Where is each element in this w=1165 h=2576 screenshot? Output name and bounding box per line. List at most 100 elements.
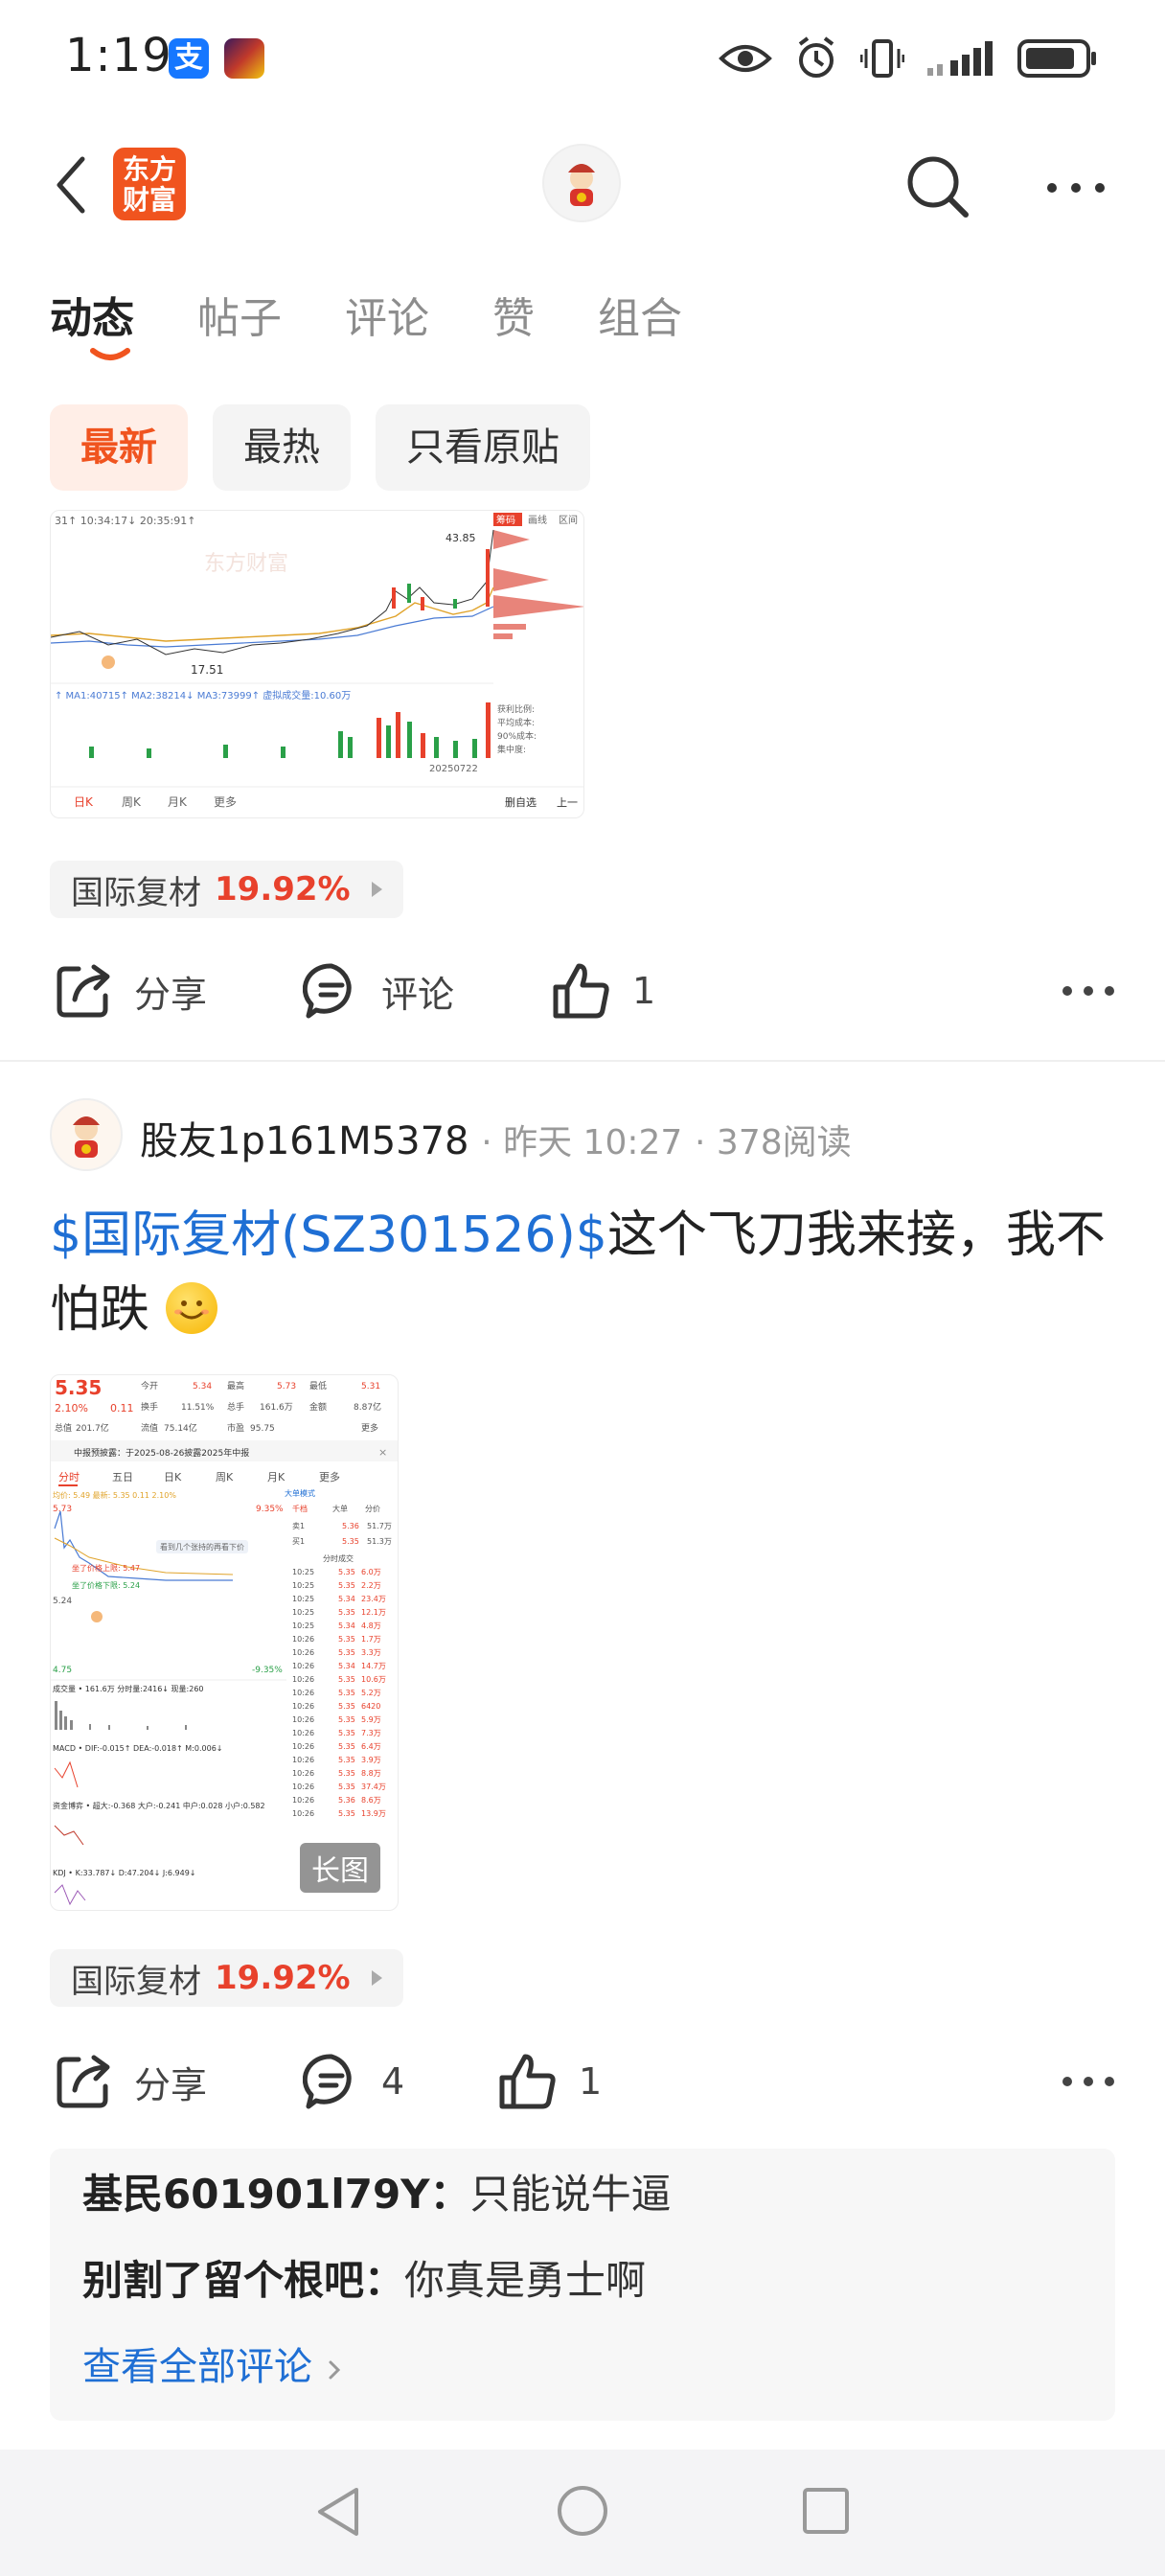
chart-tab-5day: 五日 <box>112 1471 133 1484</box>
q-value: 75.14亿 <box>164 1422 197 1434</box>
tick-price: 5.35 <box>338 1581 355 1590</box>
read-count: 378阅读 <box>716 1123 852 1162</box>
more-icon[interactable] <box>1044 169 1108 207</box>
share-button[interactable]: 分享 <box>54 2043 207 2120</box>
comment-icon <box>303 2054 352 2109</box>
volume-bars <box>55 1701 187 1730</box>
nav-recents-icon[interactable] <box>801 2486 851 2536</box>
chart-tab-week: 周K <box>216 1471 234 1484</box>
stock-link[interactable]: $国际复材(SZ301526)$ <box>50 1207 607 1264</box>
commenter-name[interactable]: 别割了留个根吧 <box>82 2257 364 2304</box>
macd-line: MACD • DIF:-0.015↑ DEA:-0.018↑ M:0.006↓ <box>53 1744 223 1753</box>
comment-item[interactable]: 别割了留个根吧：你真是勇士啊 <box>82 2256 1083 2306</box>
tick-price: 5.35 <box>338 1769 355 1778</box>
stock-change: 19.92% <box>215 870 351 908</box>
commenter-name[interactable]: 基民601901l79Y <box>82 2171 430 2218</box>
close-icon[interactable]: × <box>378 1446 387 1459</box>
tab-portfolio[interactable]: 组合 <box>598 284 682 345</box>
stock-name: 国际复材 <box>71 873 201 912</box>
quote-change-pct: 2.10% <box>55 1402 88 1414</box>
tick-volume: 8.6万 <box>361 1796 381 1805</box>
tick-price: 5.35 <box>338 1782 355 1791</box>
chart-tab-range: 区间 <box>559 514 578 526</box>
price-bot-label: 4.75 <box>53 1666 72 1675</box>
q-more: 更多 <box>361 1422 378 1434</box>
tick-volume: 1.7万 <box>361 1635 381 1644</box>
post-content[interactable]: $国际复材(SZ301526)$这个飞刀我来接，我不怕跌 <box>50 1198 1113 1347</box>
author-avatar[interactable] <box>50 1098 123 1171</box>
chart-watermark: 东方财富 <box>204 552 288 576</box>
search-icon[interactable] <box>902 151 973 222</box>
back-icon[interactable] <box>48 151 96 218</box>
like-count: 1 <box>579 2060 603 2103</box>
thumbs-up-icon <box>499 2054 556 2109</box>
top-header: 东方 财富 <box>0 134 1165 240</box>
tab-comments[interactable]: 评论 <box>345 284 429 345</box>
chart-top-label: 31↑ 10:34:17↓ 20:35:91↑ <box>55 515 195 527</box>
tick-volume: 14.7万 <box>361 1662 386 1670</box>
tick-time: 10:26 <box>292 1756 314 1764</box>
comment-icon <box>303 963 352 1019</box>
like-button[interactable]: 1 <box>552 953 655 1029</box>
long-image-badge: 长图 <box>300 1843 380 1893</box>
chart-prev: 上一 <box>557 796 578 809</box>
brand-logo[interactable]: 东方 财富 <box>113 148 186 220</box>
tick-time: 10:26 <box>292 1635 314 1644</box>
tick-volume: 23.4万 <box>361 1595 386 1603</box>
nav-back-icon[interactable] <box>312 2484 364 2540</box>
tick-time: 10:26 <box>292 1702 314 1711</box>
comment-item[interactable]: 基民601901l79Y：只能说牛逼 <box>82 2170 1083 2220</box>
filter-chips: 最新 最热 只看原贴 <box>50 404 590 491</box>
tick-price: 5.35 <box>338 1715 355 1724</box>
tick-price: 5.35 <box>338 1568 355 1576</box>
tick-price: 5.35 <box>338 1608 355 1617</box>
comment-button[interactable]: 4 <box>303 2043 404 2120</box>
filter-hot[interactable]: 最热 <box>213 404 351 491</box>
alarm-icon <box>798 36 834 78</box>
tick-time: 10:26 <box>292 1715 314 1724</box>
tick-price: 5.34 <box>338 1595 355 1603</box>
limit-up-label: 坐了价格上限: 5.47 <box>72 1563 140 1573</box>
nav-home-icon[interactable] <box>556 2484 609 2538</box>
q-label: 总值 <box>55 1422 72 1434</box>
tick-time: 10:25 <box>292 1581 314 1590</box>
stock-tag[interactable]: 国际复材 19.92% <box>50 1949 403 2007</box>
book-tab: 千档 <box>292 1504 308 1513</box>
tab-likes[interactable]: 赞 <box>492 284 535 345</box>
chart-tab-day: 日K <box>74 795 94 809</box>
tick-price: 5.35 <box>338 1729 355 1737</box>
profile-avatar[interactable] <box>542 144 621 222</box>
macd-curve <box>54 1760 79 1788</box>
comment-button[interactable]: 评论 <box>303 953 454 1029</box>
filter-latest[interactable]: 最新 <box>50 404 188 491</box>
comment-text: 你真是勇士啊 <box>404 2257 647 2304</box>
quote-price: 5.35 <box>55 1376 102 1399</box>
filter-original-only[interactable]: 只看原贴 <box>376 404 590 491</box>
q-value: 5.31 <box>361 1382 380 1392</box>
cost-90-label: 90%成本: <box>497 730 537 742</box>
price-top-label: 5.73 <box>53 1505 72 1514</box>
post-image-kline[interactable]: 31↑ 10:34:17↓ 20:35:91↑ 筹码 画线 区间 43.85 东… <box>50 510 584 818</box>
share-icon <box>57 964 110 1018</box>
tick-time: 10:26 <box>292 1782 314 1791</box>
q-label: 金额 <box>309 1401 327 1413</box>
more-icon[interactable] <box>1060 972 1117 1010</box>
stock-tag[interactable]: 国际复材 19.92% <box>50 861 403 918</box>
tick-volume: 12.1万 <box>361 1608 386 1617</box>
stock-name: 国际复材 <box>71 1962 201 2001</box>
like-button[interactable]: 1 <box>498 2043 602 2120</box>
fund-flow-line: 资金博弈 • 超大:-0.368 大户:-0.241 中户:0.028 小户:0… <box>53 1801 265 1810</box>
chart-tab-draw: 画线 <box>528 514 547 526</box>
tab-posts[interactable]: 帖子 <box>197 284 282 345</box>
tab-dynamic[interactable]: 动态 <box>50 284 134 360</box>
tick-time: 10:26 <box>292 1769 314 1778</box>
author-name[interactable]: 股友1p161M5378 <box>140 1119 469 1163</box>
share-button[interactable]: 分享 <box>54 953 207 1029</box>
tick-price: 5.34 <box>338 1662 355 1670</box>
tick-price: 5.35 <box>338 1702 355 1711</box>
tick-volume: 6.0万 <box>361 1568 381 1576</box>
tick-price: 5.35 <box>338 1675 355 1684</box>
post-image-intraday[interactable]: 5.35 2.10% 0.11 今开 5.34 最高 5.73 最低 5.31 … <box>50 1374 399 1911</box>
view-all-comments-link[interactable]: 查看全部评论 <box>82 2342 1083 2392</box>
more-icon[interactable] <box>1060 2062 1117 2101</box>
